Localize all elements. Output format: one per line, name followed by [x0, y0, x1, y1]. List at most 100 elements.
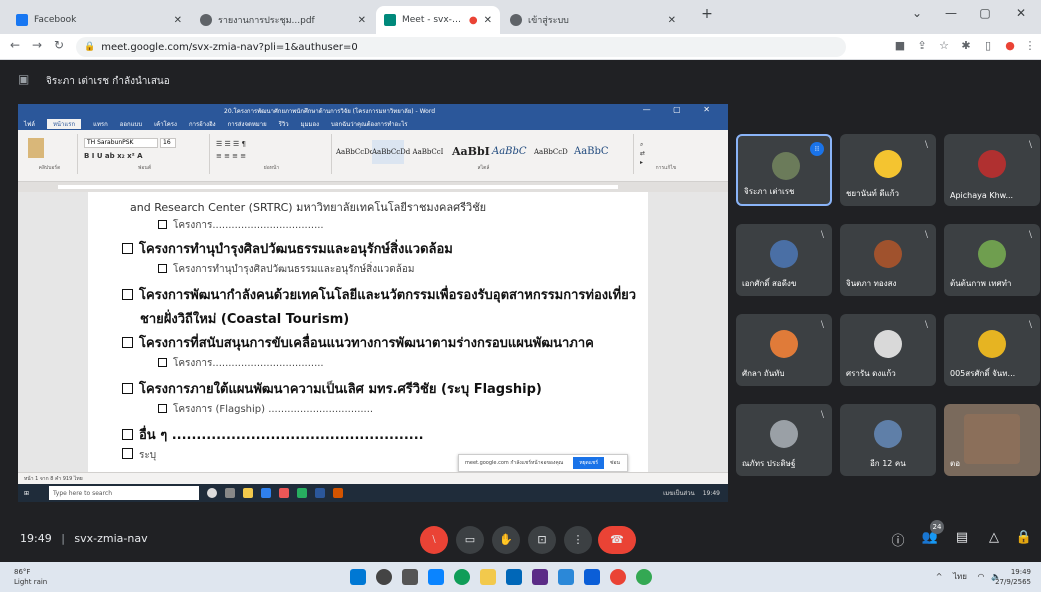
- mail-icon[interactable]: [558, 569, 574, 585]
- maximize-button[interactable]: ▢: [968, 6, 1002, 28]
- editing-icons[interactable]: ⌕ ⇄ ▸: [640, 140, 645, 167]
- participant-tile[interactable]: ⧵ ชยานันท์ ดีแก้ว: [840, 134, 936, 206]
- weather-widget[interactable]: 86°F Light rain: [14, 567, 47, 587]
- word-menu-item[interactable]: มุมมอง: [301, 119, 319, 129]
- word-menu-item[interactable]: ออกแบบ: [120, 119, 142, 129]
- edge-icon: [261, 488, 272, 498]
- tab-facebook[interactable]: Facebook ✕: [8, 6, 190, 34]
- checkbox-icon: [122, 429, 133, 440]
- shared-screen: 20.โครงการพัฒนาศักยภาพนักศึกษาด้านการวิจ…: [18, 104, 728, 484]
- tab-pdf[interactable]: รายงานการประชุม...pdf ✕: [192, 6, 374, 34]
- store-icon[interactable]: [506, 569, 522, 585]
- chrome-icon[interactable]: [610, 569, 626, 585]
- word-menu-item[interactable]: รีวิว: [279, 119, 289, 129]
- paste-icon[interactable]: [28, 138, 44, 158]
- tab-meet[interactable]: Meet - svx-zmia-nav ● ✕: [376, 6, 500, 34]
- font-format-icons[interactable]: B I U ab x₂ x² A: [84, 152, 143, 160]
- word-menu-item[interactable]: การอ้างอิง: [189, 119, 216, 129]
- edge-icon[interactable]: [454, 569, 470, 585]
- chat-icon[interactable]: ▤: [952, 530, 972, 550]
- forward-icon[interactable]: →: [28, 38, 46, 56]
- ruler-track[interactable]: [58, 185, 618, 189]
- raise-hand-button[interactable]: ✋: [492, 526, 520, 554]
- style-subtitle[interactable]: AaBbC: [492, 140, 527, 164]
- hide-notification-button[interactable]: ซ่อน: [610, 459, 620, 467]
- chrome-icon[interactable]: [636, 569, 652, 585]
- tray-chevron-icon: ^: [935, 572, 943, 581]
- participant-tile[interactable]: ⁞⁞ จิระภา เต่าเรช: [736, 134, 832, 206]
- camera-button[interactable]: ▭: [456, 526, 484, 554]
- back-icon[interactable]: ←: [6, 38, 24, 56]
- style-normal[interactable]: AaBbCcDd: [336, 140, 374, 164]
- new-tab-button[interactable]: +: [690, 6, 724, 28]
- style-title[interactable]: AaBbI: [452, 140, 490, 164]
- camera-icon[interactable]: ■: [892, 39, 908, 55]
- participant-tile[interactable]: ⧵ ต้นต้นกาพ เทศทำ: [944, 224, 1040, 296]
- folder-icon[interactable]: [480, 569, 496, 585]
- participant-tile[interactable]: ⧵ ศรารัน ดงแก้ว: [840, 314, 936, 386]
- calendar-icon[interactable]: [584, 569, 600, 585]
- bookmark-star-icon[interactable]: ☆: [936, 39, 952, 55]
- doc-line-text: โครงการภายใต้แผนพัฒนาความเป็นเลิศ มทร.ศร…: [139, 382, 542, 397]
- edge-icon[interactable]: [428, 569, 444, 585]
- participant-tile[interactable]: ⧵ Apichaya Khw...: [944, 134, 1040, 206]
- word-tell-me[interactable]: บอกฉันว่าคุณต้องการทำอะไร: [331, 119, 408, 129]
- document-page[interactable]: and Research Center (SRTRC) มหาวิทยาลัยเ…: [88, 192, 648, 472]
- style-no-spacing[interactable]: AaBbCcDd: [372, 140, 410, 164]
- doc-line-text: โครงการ (Flagship) .....................…: [173, 404, 374, 415]
- word-menu-item[interactable]: แทรก: [93, 119, 108, 129]
- participant-name: ตอ: [950, 459, 960, 468]
- menu-dots-icon[interactable]: ⋮: [1022, 39, 1038, 55]
- mic-off-button[interactable]: ⧵: [420, 526, 448, 554]
- participant-tile[interactable]: ตอ: [944, 404, 1040, 476]
- os-clock[interactable]: 19:49 27/9/2565: [995, 567, 1031, 587]
- doc-line: and Research Center (SRTRC) มหาวิทยาลัยเ…: [130, 198, 486, 216]
- windows-start-icon[interactable]: [350, 569, 366, 585]
- tab-search-icon[interactable]: ⌄: [900, 6, 934, 28]
- system-tray[interactable]: ^ ไทย ◠ 🔈: [936, 570, 1001, 583]
- info-icon[interactable]: ⓘ: [888, 530, 908, 550]
- word-menu-item[interactable]: เค้าโครง: [154, 119, 177, 129]
- end-call-button[interactable]: ☎: [598, 526, 636, 554]
- host-controls-icon[interactable]: 🔒: [1014, 530, 1034, 550]
- close-icon[interactable]: ✕: [174, 15, 182, 26]
- style-heading1[interactable]: AaBbCcI: [412, 140, 444, 164]
- address-bar[interactable]: 🔒 meet.google.com/svx-zmia-nav?pli=1&aut…: [76, 37, 846, 57]
- font-size-select[interactable]: 16: [160, 138, 176, 148]
- extensions-icon[interactable]: ✱: [958, 39, 974, 55]
- more-participants-tile[interactable]: อีก 12 คน: [840, 404, 936, 476]
- search-icon[interactable]: [376, 569, 392, 585]
- participant-tile[interactable]: ⧵ ณภัทร ประดิษฐ์: [736, 404, 832, 476]
- font-name-select[interactable]: TH SarabunPSK: [84, 138, 158, 148]
- doc-line-text: โครงการ.................................…: [173, 358, 324, 369]
- style-strong[interactable]: AaBbC: [574, 140, 609, 164]
- participant-tile[interactable]: ⧵ จินตภา ทองสง: [840, 224, 936, 296]
- doc-line: โครงการที่สนับสนุนการขับเคลื่อนแนวทางการ…: [122, 332, 594, 353]
- more-options-button[interactable]: ⋮: [564, 526, 592, 554]
- activities-icon[interactable]: △: [984, 530, 1004, 550]
- participant-tile[interactable]: ⧵ เอกศักดิ์ สอดีงข: [736, 224, 832, 296]
- participant-tile[interactable]: ⧵ 005สรศักดิ์ จันท...: [944, 314, 1040, 386]
- reload-icon[interactable]: ↻: [50, 38, 68, 56]
- word-menu-item[interactable]: ไฟล์: [24, 119, 35, 129]
- profile-avatar[interactable]: ●: [1002, 39, 1018, 55]
- participant-tile[interactable]: ⧵ ศักลา ถันทับ: [736, 314, 832, 386]
- close-icon[interactable]: ✕: [484, 15, 492, 26]
- tab-login[interactable]: เข้าสู่ระบบ ✕: [502, 6, 684, 34]
- close-window-button[interactable]: ✕: [1004, 6, 1038, 28]
- paragraph-icons[interactable]: ☰ ☰ ☰ ¶: [216, 140, 246, 148]
- app-icon[interactable]: [532, 569, 548, 585]
- stop-sharing-button[interactable]: หยุดแชร์: [573, 457, 605, 469]
- word-menu-item-active[interactable]: หน้าแรก: [46, 119, 82, 129]
- style-emphasis[interactable]: AaBbCcD: [534, 140, 568, 164]
- minimize-button[interactable]: —: [934, 6, 968, 28]
- taskview-icon[interactable]: [402, 569, 418, 585]
- participant-name: Apichaya Khw...: [950, 191, 1014, 200]
- side-panel-icon[interactable]: ▯: [980, 39, 996, 55]
- present-now-button[interactable]: ⊡: [528, 526, 556, 554]
- share-icon[interactable]: ⇪: [914, 39, 930, 55]
- word-menu-item[interactable]: การส่งจดหมาย: [228, 119, 267, 129]
- close-icon[interactable]: ✕: [358, 15, 366, 26]
- align-icons[interactable]: ≡ ≡ ≡ ≡: [216, 152, 246, 160]
- close-icon[interactable]: ✕: [668, 15, 676, 26]
